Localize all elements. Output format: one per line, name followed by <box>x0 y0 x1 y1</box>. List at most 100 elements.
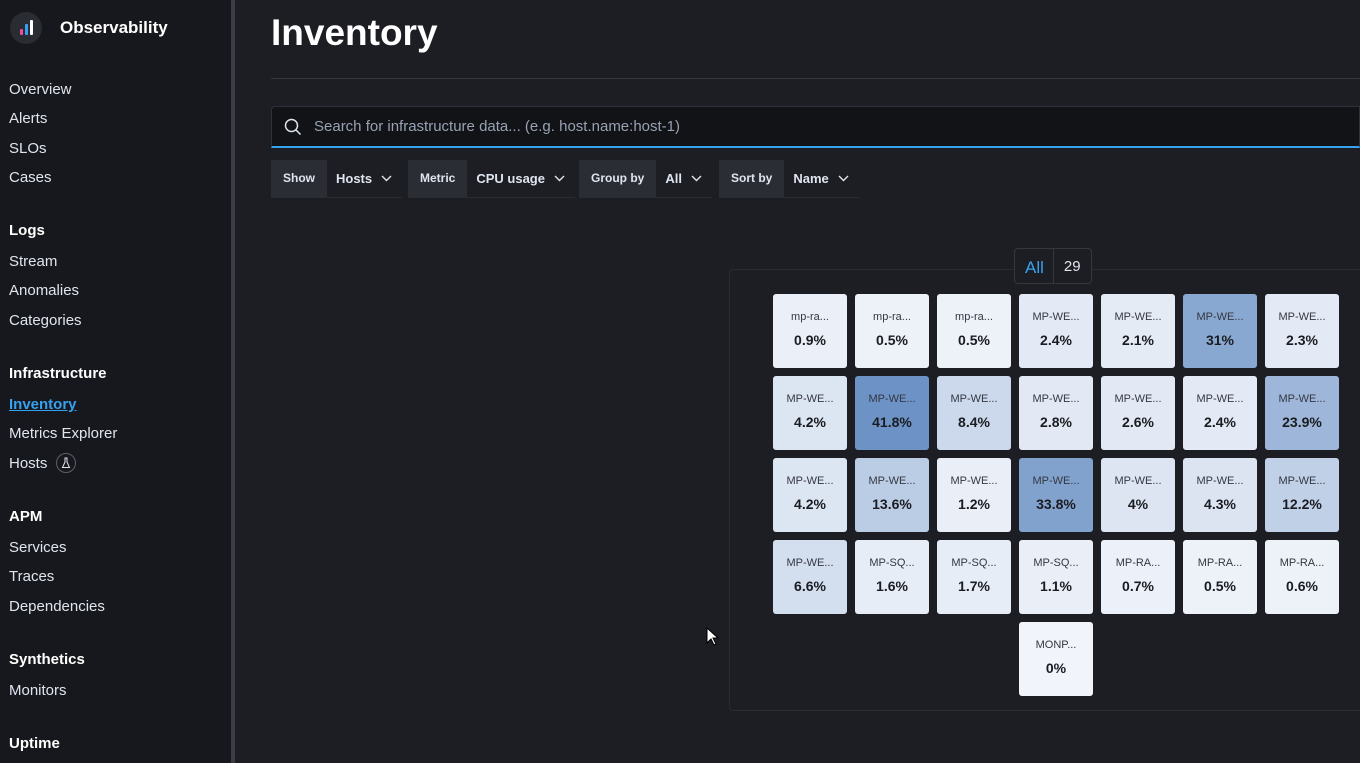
host-tile[interactable]: MP-SQ... 1.7% <box>937 540 1011 614</box>
nav-anomalies[interactable]: Anomalies <box>9 282 79 299</box>
host-tile[interactable]: MP-WE... 2.6% <box>1101 376 1175 450</box>
host-tile[interactable]: MP-WE... 6.6% <box>773 540 847 614</box>
host-tile[interactable]: MP-WE... 4% <box>1101 458 1175 532</box>
nav-inventory[interactable]: Inventory <box>9 396 77 413</box>
host-tile-name: MP-WE... <box>1032 392 1080 405</box>
host-tile[interactable]: MP-WE... 2.4% <box>1183 376 1257 450</box>
nav-group-apm: APM <box>9 508 43 525</box>
host-tile-name: MP-WE... <box>786 474 834 487</box>
nav-metrics-explorer[interactable]: Metrics Explorer <box>9 425 117 442</box>
host-tile-name: MP-RA... <box>1279 556 1325 569</box>
host-tile-value: 0.9% <box>794 331 826 348</box>
host-tile[interactable]: MP-WE... 41.8% <box>855 376 929 450</box>
show-filter[interactable]: Show Hosts <box>271 160 403 198</box>
nav-hosts[interactable]: Hosts <box>9 455 47 472</box>
nav-slos[interactable]: SLOs <box>9 140 47 157</box>
host-tile-name: MP-WE... <box>868 474 916 487</box>
group-by-filter-label: Group by <box>579 160 657 197</box>
host-tile[interactable]: MP-WE... 23.9% <box>1265 376 1339 450</box>
chevron-down-icon <box>381 175 392 182</box>
host-tile-name: MP-SQ... <box>1033 556 1079 569</box>
host-tile[interactable]: MP-RA... 0.7% <box>1101 540 1175 614</box>
host-tile-name: MP-WE... <box>1114 310 1162 323</box>
sort-by-filter-value: Name <box>793 171 829 186</box>
host-tile[interactable]: MP-WE... 33.8% <box>1019 458 1093 532</box>
host-tile[interactable]: MP-WE... 1.2% <box>937 458 1011 532</box>
host-tile-name: mp-ra... <box>873 310 911 323</box>
host-tile-name: MP-WE... <box>1196 310 1244 323</box>
host-tile-value: 31% <box>1205 331 1235 348</box>
brand[interactable]: Observability <box>10 12 168 44</box>
nav-hosts-row[interactable]: Hosts <box>9 453 77 473</box>
nav-group-uptime: Uptime <box>9 735 60 752</box>
host-tile-name: MP-WE... <box>950 392 998 405</box>
host-tile[interactable]: MP-SQ... 1.6% <box>855 540 929 614</box>
host-tile-name: MP-WE... <box>1278 392 1326 405</box>
show-filter-label: Show <box>271 160 327 197</box>
host-tile-name: MP-WE... <box>1114 474 1162 487</box>
beta-flask-icon <box>56 453 77 473</box>
host-tile-value: 13.6% <box>872 495 912 512</box>
host-tile[interactable]: MP-WE... 2.3% <box>1265 294 1339 368</box>
metric-filter-select[interactable]: CPU usage <box>467 160 575 197</box>
nav-monitors[interactable]: Monitors <box>9 682 67 699</box>
metric-filter-value: CPU usage <box>476 171 545 186</box>
host-tile[interactable]: MP-WE... 2.8% <box>1019 376 1093 450</box>
group-label[interactable]: All 29 <box>1014 248 1092 284</box>
host-tile-name: MP-WE... <box>868 392 916 405</box>
host-tile[interactable]: MP-WE... 8.4% <box>937 376 1011 450</box>
host-tile[interactable]: MP-WE... 31% <box>1183 294 1257 368</box>
group-by-filter[interactable]: Group by All <box>579 160 712 198</box>
host-tile-name: mp-ra... <box>955 310 993 323</box>
page-title: Inventory <box>271 12 438 53</box>
host-tile[interactable]: MP-SQ... 1.1% <box>1019 540 1093 614</box>
host-tile[interactable]: mp-ra... 0.5% <box>937 294 1011 368</box>
sidebar: Observability Overview Alerts SLOs Cases… <box>0 0 235 763</box>
host-tile-name: MP-RA... <box>1115 556 1161 569</box>
search-input[interactable] <box>314 118 1214 135</box>
host-tile-name: MP-SQ... <box>951 556 997 569</box>
host-tile-value: 2.6% <box>1122 413 1154 430</box>
host-tile[interactable]: MP-WE... 4.2% <box>773 376 847 450</box>
sort-by-filter[interactable]: Sort by Name <box>719 160 859 198</box>
host-tile-value: 2.8% <box>1040 413 1072 430</box>
host-tile[interactable]: MONP... 0% <box>1019 622 1093 696</box>
host-tile[interactable]: MP-WE... 2.4% <box>1019 294 1093 368</box>
host-tile-value: 23.9% <box>1282 413 1322 430</box>
host-tile-value: 4.2% <box>794 495 826 512</box>
host-tile[interactable]: MP-WE... 12.2% <box>1265 458 1339 532</box>
host-tile[interactable]: MP-RA... 0.6% <box>1265 540 1339 614</box>
sort-by-filter-select[interactable]: Name <box>784 160 858 197</box>
nav-traces[interactable]: Traces <box>9 568 54 585</box>
nav-overview[interactable]: Overview <box>9 81 72 98</box>
host-tile-name: MP-WE... <box>786 392 834 405</box>
group-by-filter-value: All <box>665 171 682 186</box>
host-tile-value: 33.8% <box>1036 495 1076 512</box>
host-tile[interactable]: MP-WE... 4.2% <box>773 458 847 532</box>
show-filter-select[interactable]: Hosts <box>327 160 402 197</box>
group-by-filter-select[interactable]: All <box>656 160 712 197</box>
host-tile-value: 4.3% <box>1204 495 1236 512</box>
host-tile[interactable]: MP-WE... 2.1% <box>1101 294 1175 368</box>
host-tile-value: 0.7% <box>1122 577 1154 594</box>
host-tile-name: MP-WE... <box>1114 392 1162 405</box>
nav-services[interactable]: Services <box>9 539 67 556</box>
host-tile[interactable]: MP-RA... 0.5% <box>1183 540 1257 614</box>
host-tile-name: MP-RA... <box>1197 556 1243 569</box>
host-tile-value: 12.2% <box>1282 495 1322 512</box>
metric-filter[interactable]: Metric CPU usage <box>408 160 575 198</box>
search-bar[interactable] <box>271 106 1360 148</box>
host-tile-value: 2.4% <box>1204 413 1236 430</box>
nav-cases[interactable]: Cases <box>9 169 52 186</box>
host-tile[interactable]: mp-ra... 0.9% <box>773 294 847 368</box>
host-tile[interactable]: mp-ra... 0.5% <box>855 294 929 368</box>
nav-alerts[interactable]: Alerts <box>9 110 47 127</box>
host-tile-value: 0.5% <box>1204 577 1236 594</box>
nav-categories[interactable]: Categories <box>9 312 82 329</box>
group-name: All <box>1025 258 1044 277</box>
nav-dependencies[interactable]: Dependencies <box>9 598 105 615</box>
host-tile-value: 0.6% <box>1286 577 1318 594</box>
host-tile[interactable]: MP-WE... 4.3% <box>1183 458 1257 532</box>
nav-stream[interactable]: Stream <box>9 253 57 270</box>
host-tile[interactable]: MP-WE... 13.6% <box>855 458 929 532</box>
